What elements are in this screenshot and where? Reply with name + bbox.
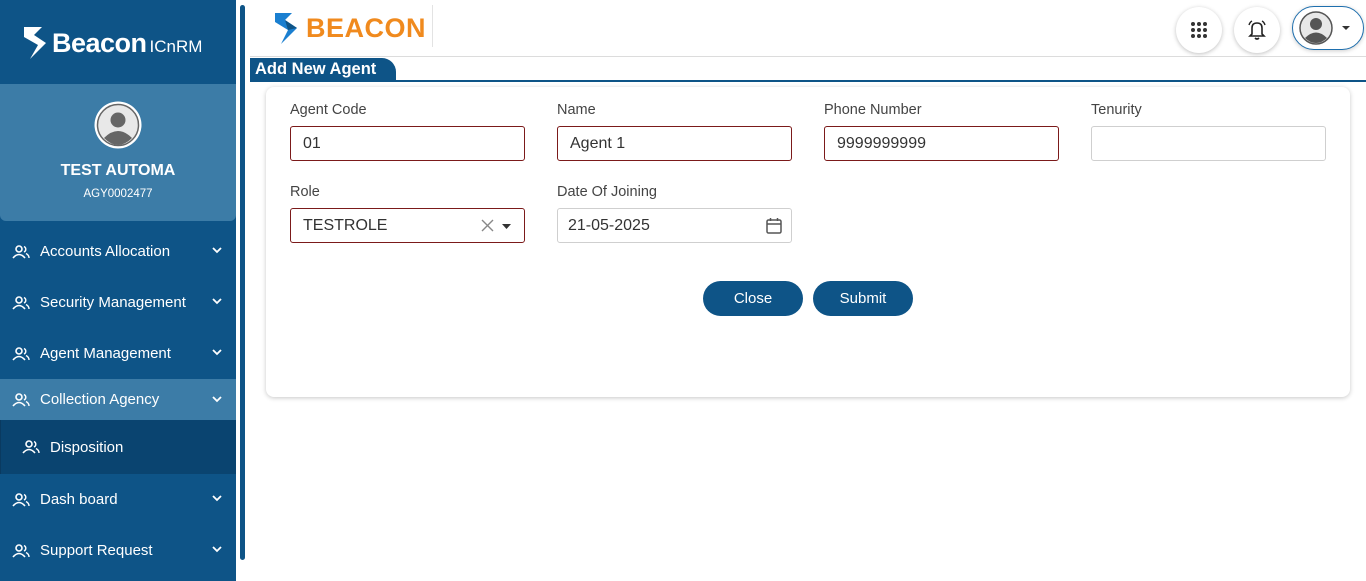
sidebar-subitem-disposition[interactable]: Disposition (0, 420, 236, 474)
sidebar-item-accounts-allocation[interactable]: Accounts Allocation (0, 226, 236, 277)
notifications-button[interactable] (1234, 7, 1280, 53)
beacon-logo-icon (24, 27, 46, 59)
clear-icon[interactable] (481, 219, 494, 232)
user-code: AGY0002477 (83, 188, 153, 200)
chevron-down-icon (212, 546, 222, 553)
brand-name: Beacon (52, 27, 147, 58)
chevron-down-icon (212, 396, 222, 403)
sidebar-item-support-request[interactable]: Support Request (0, 525, 236, 576)
header-logo[interactable]: BEACON (272, 10, 426, 46)
users-icon (12, 392, 30, 407)
divider (432, 5, 433, 47)
users-icon (12, 244, 30, 259)
apps-grid-icon (1191, 22, 1207, 38)
date-of-joining-input[interactable]: 21-05-2025 (557, 208, 792, 243)
sidebar-item-dash-board[interactable]: Dash board (0, 474, 236, 525)
sidebar-item-label: Collection Agency (40, 391, 160, 408)
users-icon (12, 492, 30, 507)
brand: Beacon ICnRM (20, 24, 202, 62)
users-icon (12, 346, 30, 361)
user-avatar-icon (1299, 11, 1333, 45)
chevron-down-icon (212, 349, 222, 356)
name-field: Name Agent 1 (557, 102, 792, 161)
phone-number-field: Phone Number 9999999999 (824, 102, 1059, 161)
sidebar-item-label: Disposition (50, 438, 124, 456)
chevron-down-icon (212, 247, 222, 254)
page-title-bar: Add New Agent (250, 58, 1366, 82)
name-label: Name (557, 102, 596, 118)
user-menu-button[interactable] (1292, 6, 1364, 50)
user-profile-card: TEST AUTOMA AGY0002477 (0, 84, 236, 221)
bell-icon (1248, 20, 1266, 40)
chevron-down-icon (212, 495, 222, 502)
caret-down-icon[interactable] (502, 224, 511, 229)
apps-grid-button[interactable] (1176, 7, 1222, 53)
sidebar-scrollbar[interactable] (240, 5, 245, 560)
close-button[interactable]: Close (703, 281, 803, 316)
sidebar-menu: Accounts Allocation Security Management … (0, 226, 236, 576)
submit-button[interactable]: Submit (813, 281, 913, 316)
agent-form-card: Agent Code 01 Name Agent 1 Phone Number … (266, 87, 1350, 397)
caret-down-icon (1342, 26, 1350, 30)
sidebar-item-label: Accounts Allocation (40, 243, 171, 260)
date-of-joining-label: Date Of Joining (557, 184, 657, 200)
phone-number-label: Phone Number (824, 102, 922, 118)
sidebar-item-collection-agency[interactable]: Collection Agency (0, 379, 236, 420)
sidebar-item-label: Dash board (40, 491, 118, 508)
top-header: BEACON (250, 0, 1366, 57)
agent-code-field: Agent Code 01 (290, 102, 525, 161)
user-name: TEST AUTOMA (60, 162, 176, 179)
brand-subtitle: ICnRM (149, 37, 203, 56)
sidebar-item-label: Agent Management (40, 345, 171, 362)
date-of-joining-value: 21-05-2025 (568, 217, 650, 234)
sidebar: Beacon ICnRM TEST AUTOMA AGY0002477 Acco… (0, 0, 236, 581)
header-logo-text: BEACON (306, 12, 427, 43)
tenurity-field: Tenurity (1091, 102, 1326, 161)
agent-code-label: Agent Code (290, 102, 367, 118)
role-select[interactable]: TESTROLE (290, 208, 525, 243)
calendar-icon[interactable] (765, 217, 783, 235)
role-label: Role (290, 184, 320, 200)
tenurity-label: Tenurity (1091, 102, 1142, 118)
sidebar-item-security-management[interactable]: Security Management (0, 277, 236, 328)
sidebar-item-label: Security Management (40, 294, 186, 311)
beacon-logo-icon (275, 13, 297, 44)
sidebar-item-label: Support Request (40, 542, 153, 559)
page-title: Add New Agent (250, 58, 397, 80)
avatar-icon (94, 101, 142, 149)
sidebar-item-agent-management[interactable]: Agent Management (0, 328, 236, 379)
name-input[interactable]: Agent 1 (557, 126, 792, 161)
users-icon (12, 543, 30, 558)
phone-number-input[interactable]: 9999999999 (824, 126, 1059, 161)
role-field: Role TESTROLE (290, 184, 525, 243)
chevron-down-icon (212, 298, 222, 305)
role-selected-value: TESTROLE (303, 217, 388, 234)
users-icon (12, 295, 30, 310)
users-icon (22, 440, 40, 454)
agent-code-input[interactable]: 01 (290, 126, 525, 161)
date-of-joining-field: Date Of Joining 21-05-2025 (557, 184, 792, 243)
tenurity-input[interactable] (1091, 126, 1326, 161)
